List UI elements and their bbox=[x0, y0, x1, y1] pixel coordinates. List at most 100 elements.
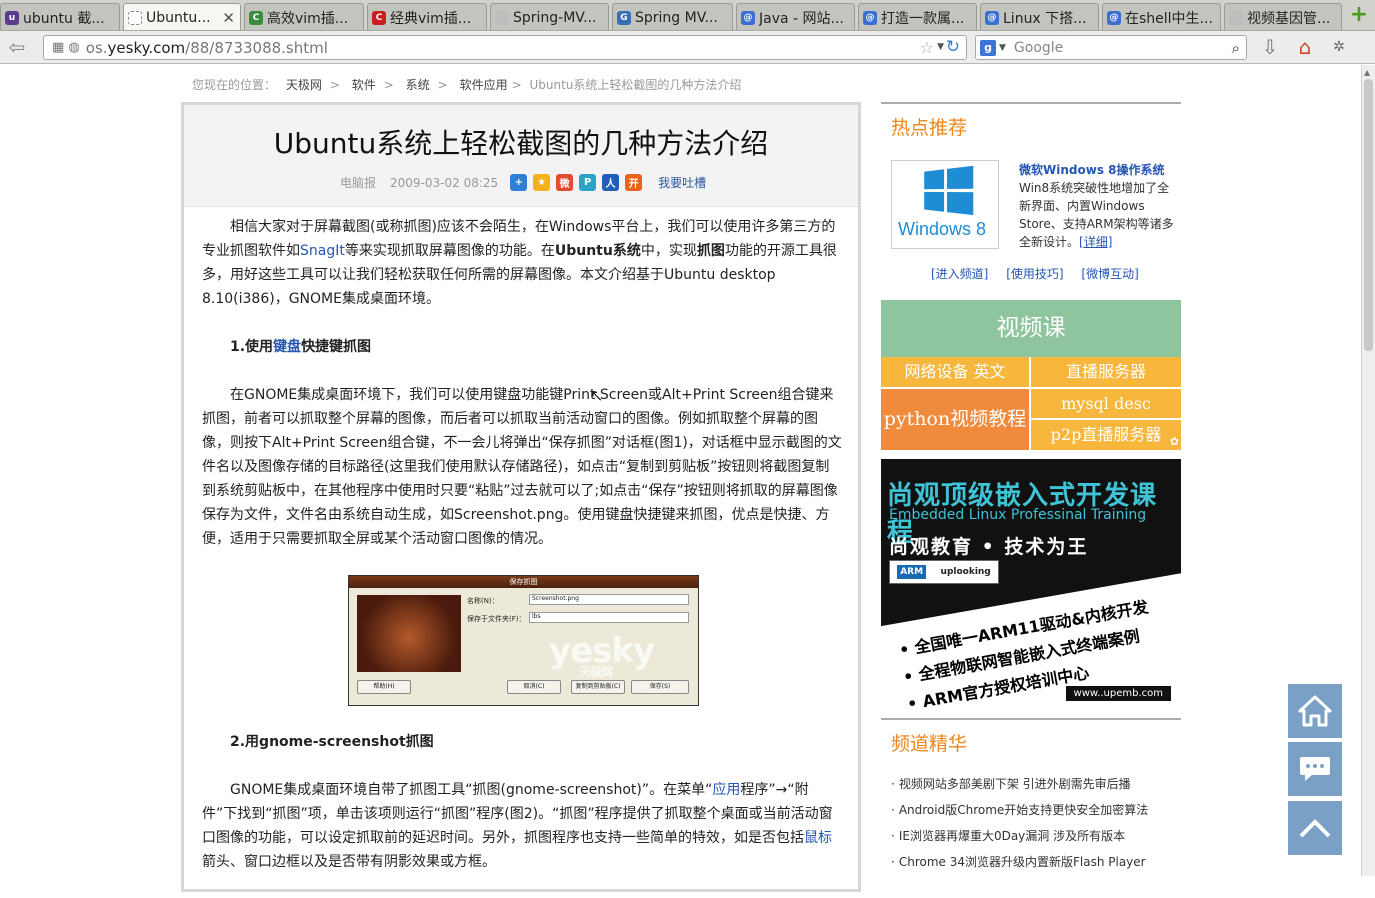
list-item[interactable]: 视频网站多部美剧下架 引进外剧需先审后播 bbox=[891, 775, 1148, 801]
mouse-cursor-icon: ↖ bbox=[590, 386, 604, 405]
share-qzone-icon[interactable]: ★ bbox=[533, 174, 551, 191]
navigation-bar: ⇦ ▦ ◍ os.yesky.com/88/8733088.shtml ☆ ▼ … bbox=[0, 31, 1375, 64]
search-bar[interactable]: g ▼ Google ⌕ bbox=[975, 35, 1247, 60]
section-title-channel: 频道精华 bbox=[891, 733, 968, 755]
paw-icon: ✿ bbox=[1169, 435, 1179, 448]
article-source: 电脑报 bbox=[340, 176, 377, 190]
breadcrumb: 您现在的位置： 天极网 > 软件 > 系统 > 软件应用 > Ubuntu系统上轻松截图… bbox=[192, 78, 742, 92]
video-link-network[interactable]: 网络设备 英文 bbox=[881, 357, 1029, 387]
tab-title: ubuntu 截... bbox=[23, 10, 105, 27]
list-item[interactable]: IE浏览器再爆重大0Day漏洞 涉及所有版本 bbox=[891, 827, 1148, 853]
breadcrumb-link-software[interactable]: 软件 bbox=[352, 78, 376, 92]
tab-title: 打造一款属... bbox=[881, 10, 965, 27]
link-mouse[interactable]: 鼠标 bbox=[804, 830, 832, 846]
embedded-training-ad[interactable]: 尚观顶级嵌入式开发课程 Embedded Linux Professinal T… bbox=[881, 459, 1181, 709]
breadcrumb-link-yesky[interactable]: 天极网 bbox=[286, 78, 322, 92]
hot-links: [进入频道] [使用技巧] [微博互动] bbox=[931, 265, 1153, 282]
tab[interactable]: G Spring MV... bbox=[612, 3, 733, 30]
url-dropdown-icon[interactable]: ▼ bbox=[937, 42, 944, 52]
search-input[interactable]: Google bbox=[1014, 40, 1063, 56]
reload-icon[interactable]: ↻ bbox=[946, 37, 960, 57]
figure-save-screenshot-dialog: 保存抓图 名称(N)： Screenshot.png 保存于文件夹(F)： lb… bbox=[348, 575, 699, 706]
search-engine-dropdown-icon[interactable]: ▼ bbox=[999, 43, 1006, 53]
tab-title: Spring MV... bbox=[635, 9, 718, 26]
tab[interactable]: u ubuntu 截... bbox=[0, 3, 120, 30]
address-bar[interactable]: ▦ ◍ os.yesky.com/88/8733088.shtml ☆ ▼ ↻ bbox=[43, 35, 967, 60]
list-item[interactable]: Android版Chrome开始支持更快安全加密算法 bbox=[891, 801, 1148, 827]
share-weibo-icon[interactable]: 微 bbox=[556, 174, 574, 191]
tab-bar: u ubuntu 截... Ubuntu... ✕ C 高效vim插... C 经典vim插.… bbox=[0, 0, 1375, 31]
tab-favicon-icon: u bbox=[5, 10, 19, 25]
addon-icon[interactable]: ✲ bbox=[1326, 35, 1352, 59]
bookmark-star-icon[interactable]: ☆ bbox=[920, 38, 934, 57]
tab[interactable]: @ Java - 网站... bbox=[736, 3, 855, 30]
page-scrollbar[interactable]: ▲ bbox=[1361, 65, 1375, 876]
google-icon[interactable]: g bbox=[980, 39, 996, 56]
back-arrow-icon[interactable]: ⇦ bbox=[4, 35, 30, 59]
tab[interactable]: @ 打造一款属... bbox=[858, 3, 977, 30]
video-link-p2p[interactable]: p2p直播服务器 bbox=[1031, 420, 1181, 450]
breadcrumb-current: Ubuntu系统上轻松截图的几种方法介绍 bbox=[529, 78, 742, 92]
tab-title: 经典vim插... bbox=[390, 10, 472, 27]
channel-highlights-section: 频道精华 视频网站多部美剧下架 引进外剧需先审后播 Android版Chrome… bbox=[881, 718, 1181, 888]
dialog-copy-button: 复制到剪贴板(C) bbox=[571, 680, 625, 694]
float-back-to-top-button[interactable] bbox=[1288, 801, 1342, 855]
breadcrumb-link-apps[interactable]: 软件应用 bbox=[460, 78, 508, 92]
ad-url: www..upemb.com bbox=[1065, 686, 1171, 701]
paragraph-keyboard: 在GNOME集成桌面环境下，我们可以使用键盘功能键Print Screen或Al… bbox=[202, 387, 842, 547]
channel-list: 视频网站多部美剧下架 引进外剧需先审后播 Android版Chrome开始支持更… bbox=[891, 775, 1148, 879]
new-tab-button[interactable]: + bbox=[1349, 4, 1369, 26]
hot-recommend-section: 热点推荐 Windows 8 微软Windows 8操作系统 Win8系统突破性… bbox=[881, 102, 1181, 298]
scrollbar-thumb[interactable] bbox=[1364, 79, 1373, 351]
hot-headline-link[interactable]: 微软Windows 8操作系统 bbox=[1019, 161, 1164, 178]
home-icon[interactable]: ⌂ bbox=[1292, 35, 1318, 59]
float-home-button[interactable] bbox=[1288, 684, 1342, 738]
link-tips[interactable]: [使用技巧] bbox=[1006, 267, 1063, 281]
float-chat-button[interactable] bbox=[1288, 742, 1342, 796]
video-link-python[interactable]: python视频教程 bbox=[881, 389, 1029, 450]
tab-close-icon[interactable]: ✕ bbox=[222, 9, 235, 27]
share-renren-icon[interactable]: 人 bbox=[602, 174, 620, 191]
page-icon: ▦ ◍ bbox=[52, 40, 80, 55]
tab[interactable]: C 高效vim插... bbox=[244, 3, 364, 30]
link-apps[interactable]: 应用 bbox=[712, 782, 740, 798]
share-pengyou-icon[interactable]: P bbox=[579, 174, 597, 191]
comment-link[interactable]: 我要吐槽 bbox=[658, 174, 706, 191]
link-enter-channel[interactable]: [进入频道] bbox=[931, 267, 988, 281]
tab[interactable]: @ Linux 下搭... bbox=[980, 3, 1099, 30]
breadcrumb-label: 您现在的位置： bbox=[192, 78, 277, 92]
search-icon[interactable]: ⌕ bbox=[1232, 39, 1240, 57]
video-link-mysql[interactable]: mysql desc bbox=[1031, 389, 1181, 418]
tab-favicon-icon: @ bbox=[741, 10, 755, 25]
breadcrumb-link-system[interactable]: 系统 bbox=[406, 78, 430, 92]
hot-more-link[interactable]: [详细] bbox=[1079, 235, 1112, 249]
tab[interactable]: Spring-MV... bbox=[490, 3, 609, 30]
tab-favicon-icon: G bbox=[617, 10, 631, 25]
tab-active[interactable]: Ubuntu... ✕ bbox=[123, 3, 241, 30]
download-icon[interactable]: ⇩ bbox=[1257, 35, 1283, 59]
share-more-icon[interactable]: + bbox=[510, 174, 528, 191]
paragraph-gnome-screenshot: GNOME集成桌面环境自带了抓图工具“抓图(gnome-screenshot)”… bbox=[202, 782, 833, 870]
list-item[interactable]: Chrome 34浏览器升级内置新版Flash Player bbox=[891, 853, 1148, 879]
scroll-up-icon[interactable]: ▲ bbox=[1364, 68, 1370, 77]
tab[interactable]: @ 在shell中生... bbox=[1102, 3, 1221, 30]
video-link-live-server[interactable]: 直播服务器 bbox=[1031, 357, 1181, 387]
section-heading-gnome-screenshot: 2.用gnome-screenshot抓图 bbox=[230, 734, 434, 750]
tab[interactable]: 视频基因管... bbox=[1224, 3, 1342, 30]
dialog-name-label: 名称(N)： bbox=[467, 597, 499, 605]
paragraph-intro: 相信大家对于屏幕截图(或称抓图)应该不会陌生，在Windows平台上，我们可以使… bbox=[202, 219, 837, 307]
tab[interactable]: C 经典vim插... bbox=[367, 3, 487, 30]
tab-title: Linux 下搭... bbox=[1003, 10, 1087, 27]
dialog-titlebar: 保存抓图 bbox=[349, 576, 698, 588]
windows8-logo[interactable]: Windows 8 bbox=[891, 160, 999, 249]
link-snagit[interactable]: SnagIt bbox=[300, 243, 345, 259]
home-icon bbox=[1298, 695, 1332, 727]
video-course-title[interactable]: 视频课 bbox=[881, 300, 1181, 357]
dialog-name-field: Screenshot.png bbox=[529, 594, 689, 605]
tab-title: 高效vim插... bbox=[267, 10, 349, 27]
link-weibo[interactable]: [微博互动] bbox=[1081, 267, 1138, 281]
link-keyboard[interactable]: 键盘 bbox=[273, 339, 301, 355]
chevron-up-icon bbox=[1299, 819, 1331, 838]
share-kaixin-icon[interactable]: 开 bbox=[625, 174, 643, 191]
tab-title: 在shell中生... bbox=[1125, 10, 1213, 27]
